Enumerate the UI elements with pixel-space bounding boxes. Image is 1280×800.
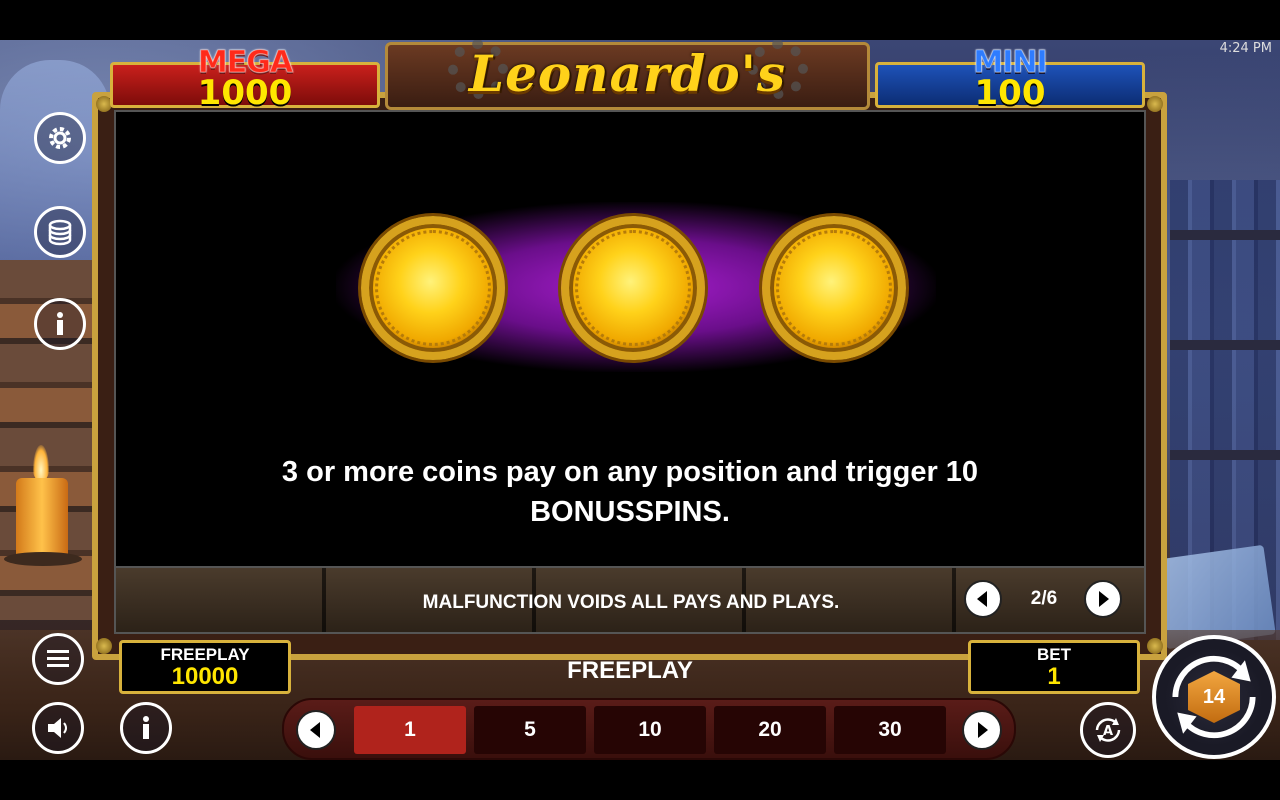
balance-value: 10000 [171, 663, 239, 690]
svg-text:A: A [1103, 724, 1113, 739]
paytable-panel: 3 or more coins pay on any position and … [114, 110, 1146, 568]
autoplay-icon: A [1095, 718, 1121, 742]
info-button-top[interactable] [34, 298, 86, 350]
mini-jackpot: MINI 100 [875, 45, 1145, 113]
bet-option-10[interactable]: 10 [594, 706, 706, 754]
bet-increase-button[interactable] [962, 710, 1002, 750]
bet-decrease-button[interactable] [296, 710, 336, 750]
mini-jackpot-value: 100 [974, 73, 1046, 113]
malfunction-disclaimer: MALFUNCTION VOIDS ALL PAYS AND PLAYS. [422, 592, 840, 613]
bet-option-30[interactable]: 30 [834, 706, 946, 754]
paytable-prev-button[interactable] [964, 580, 1002, 618]
triangle-right-icon [978, 722, 988, 738]
paytable-footer: MALFUNCTION VOIDS ALL PAYS AND PLAYS. 2/… [114, 568, 1146, 634]
rivet [1147, 96, 1163, 112]
mega-jackpot: MEGA 1000 [110, 45, 380, 113]
bet-label: BET [1037, 645, 1071, 664]
triangle-left-icon [310, 722, 320, 738]
balance-label: FREEPLAY [160, 645, 250, 664]
gold-coin-symbol [361, 216, 505, 360]
paytable-next-button[interactable] [1084, 580, 1122, 618]
paytable-description: 3 or more coins pay on any position and … [116, 452, 1144, 532]
menu-icon [47, 650, 69, 667]
paytable-page-indicator: 2/6 [1030, 588, 1058, 609]
balance-box: FREEPLAY 10000 [119, 640, 291, 694]
info-icon [143, 716, 149, 739]
status-time: 4:24 PM [1219, 41, 1272, 56]
mode-label: FREEPLAY [567, 657, 693, 684]
bet-selector: 1 5 10 20 30 [282, 698, 1016, 760]
bet-box: BET 1 [968, 640, 1140, 694]
candle [16, 478, 68, 558]
bet-option-5[interactable]: 5 [474, 706, 586, 754]
candle-plate [4, 552, 82, 566]
triangle-right-icon [1099, 591, 1109, 607]
paytable-description-line1: 3 or more coins pay on any position and … [281, 456, 979, 488]
coins-stack-icon [48, 219, 72, 246]
sound-button[interactable] [32, 702, 84, 754]
spin-button[interactable]: 14 [1152, 635, 1276, 759]
info-button-bottom[interactable] [120, 702, 172, 754]
menu-button[interactable] [32, 633, 84, 685]
gear-icon [49, 127, 71, 149]
coins-button[interactable] [34, 206, 86, 258]
settings-button[interactable] [34, 112, 86, 164]
shelf [1170, 340, 1280, 350]
bet-option-1[interactable]: 1 [354, 706, 466, 754]
info-icon [57, 312, 63, 335]
speaker-icon [48, 718, 67, 738]
mega-jackpot-value: 1000 [197, 73, 293, 113]
gold-coin-symbol [561, 216, 705, 360]
bet-value: 1 [1047, 663, 1061, 690]
paytable-description-line2: BONUSSPINS. [530, 496, 730, 528]
shelf [1170, 450, 1280, 460]
gold-coin-symbol [762, 216, 906, 360]
bet-option-20[interactable]: 20 [714, 706, 826, 754]
autoplay-button[interactable]: A [1080, 702, 1136, 758]
shelf [1170, 230, 1280, 240]
game-stage: MEGA 1000 MINI 100 Leonardo's Secret 3 o… [0, 40, 1280, 760]
triangle-left-icon [977, 591, 987, 607]
rivet [96, 638, 112, 654]
